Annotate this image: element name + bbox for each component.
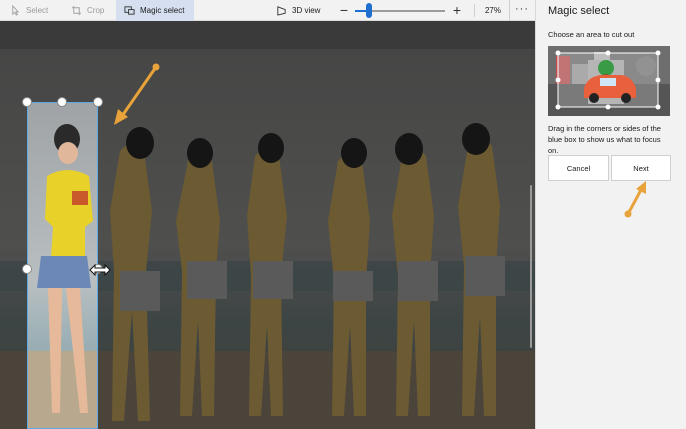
toolbar-divider bbox=[509, 0, 510, 21]
select-label: Select bbox=[26, 5, 49, 15]
3d-view-icon bbox=[277, 5, 286, 16]
panel-instruction: Choose an area to cut out bbox=[548, 30, 635, 39]
select-tool[interactable]: Select bbox=[2, 0, 56, 21]
magic-select-label: Magic select bbox=[140, 5, 185, 15]
toolbar: Select Crop Magic select 3D view − + 27%… bbox=[0, 0, 535, 21]
vertical-scrollbar[interactable] bbox=[530, 185, 532, 348]
magic-select-icon bbox=[124, 5, 135, 15]
zoom-in-button[interactable]: + bbox=[450, 2, 464, 18]
zoom-slider-thumb[interactable] bbox=[366, 3, 372, 18]
zoom-out-button[interactable]: − bbox=[337, 2, 351, 18]
resize-handle-top-right[interactable] bbox=[93, 97, 103, 107]
next-button[interactable]: Next bbox=[611, 155, 671, 181]
magic-select-tool[interactable]: Magic select bbox=[116, 0, 194, 21]
resize-handle-top-left[interactable] bbox=[22, 97, 32, 107]
crop-icon bbox=[71, 5, 82, 15]
3d-view-button[interactable]: 3D view bbox=[268, 0, 328, 21]
cancel-button[interactable]: Cancel bbox=[548, 155, 609, 181]
crop-tool[interactable]: Crop bbox=[63, 0, 112, 21]
panel-title: Magic select bbox=[548, 5, 610, 17]
zoom-level[interactable]: 27% bbox=[478, 0, 508, 21]
panel-help-text: Drag in the corners or sides of the blue… bbox=[548, 124, 661, 155]
magic-select-panel: Magic select Choose an area to cut out D… bbox=[535, 0, 686, 429]
resize-handle-left[interactable] bbox=[22, 264, 32, 274]
toolbar-divider bbox=[474, 4, 475, 17]
selection-box[interactable] bbox=[27, 102, 98, 429]
annotation-arrow-icon bbox=[114, 63, 160, 125]
illustration-thumbnail bbox=[548, 46, 670, 116]
3d-view-label: 3D view bbox=[292, 5, 321, 15]
select-icon bbox=[12, 4, 20, 16]
resize-cursor-icon bbox=[89, 264, 111, 276]
crop-label: Crop bbox=[87, 5, 105, 15]
more-icon[interactable]: ··· bbox=[512, 0, 532, 21]
annotation-arrow-icon bbox=[624, 181, 646, 218]
resize-handle-top[interactable] bbox=[57, 97, 67, 107]
